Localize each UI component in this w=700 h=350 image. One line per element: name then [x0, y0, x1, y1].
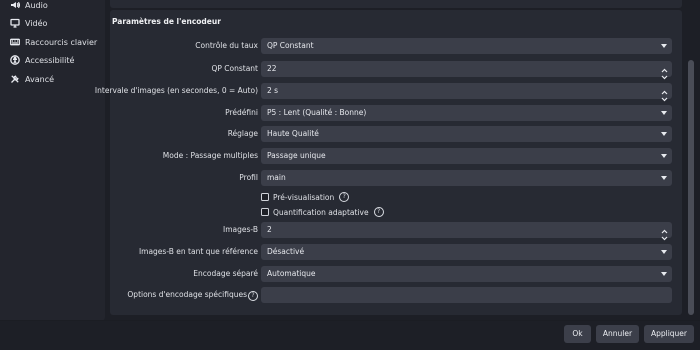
multipass-label: Mode : Passage multiples [162, 151, 258, 160]
sidebar-item-advanced[interactable]: Avancé [10, 72, 54, 86]
chevron-down-icon [661, 250, 667, 254]
bframes-ref-label: Images-B en tant que référence [138, 247, 258, 256]
scrollbar-thumb[interactable] [688, 60, 694, 315]
help-icon[interactable]: ? [339, 192, 350, 202]
spin-up-icon[interactable] [661, 85, 668, 95]
sidebar-item-audio[interactable]: Audio [10, 0, 48, 12]
accessibility-icon [10, 55, 20, 65]
profile-value: main [267, 173, 286, 182]
adaptive-quant-checkbox-row[interactable]: Quantification adaptative ? [261, 206, 384, 218]
sidebar-item-label: Vidéo [25, 18, 48, 28]
keyframe-interval-label: Intervale d'images (en secondes, 0 = Aut… [94, 86, 258, 95]
vertical-scrollbar[interactable] [687, 0, 695, 320]
chevron-down-icon [661, 44, 667, 48]
footer-divider [0, 320, 700, 321]
profile-label: Profil [239, 173, 258, 182]
sidebar-item-label: Accessibilité [25, 55, 75, 65]
settings-sidebar: Audio Vidéo Raccourcis clavier Accessibi… [0, 0, 105, 321]
previous-section-strip [110, 0, 682, 8]
panel-title: Paramètres de l'encodeur [112, 17, 221, 26]
multipass-select[interactable]: Passage unique [261, 148, 672, 164]
spin-down-icon[interactable] [661, 231, 668, 241]
preset-select[interactable]: P5 : Lent (Qualité : Bonne) [261, 105, 672, 121]
tuning-label: Réglage [227, 129, 258, 138]
bframes-ref-select[interactable]: Désactivé [261, 244, 672, 260]
apply-button[interactable]: Appliquer [644, 325, 694, 343]
cancel-button[interactable]: Annuler [596, 325, 639, 343]
bframes-ref-value: Désactivé [267, 247, 305, 256]
lookahead-checkbox-row[interactable]: Pré-visualisation ? [261, 191, 350, 203]
sidebar-item-label: Raccourcis clavier [25, 37, 98, 47]
spin-down-icon[interactable] [661, 70, 668, 80]
speaker-icon [11, 1, 20, 9]
bframes-value: 2 [267, 225, 272, 234]
keyframe-interval-spinbox[interactable]: 2 s [261, 83, 672, 102]
chevron-down-icon [661, 111, 667, 115]
sidebar-item-video[interactable]: Vidéo [10, 16, 47, 30]
spinner [660, 62, 669, 80]
chevron-down-icon [661, 176, 667, 180]
rate-control-label: Contrôle du taux [195, 41, 258, 50]
chevron-down-icon [661, 272, 667, 276]
monitor-icon [10, 18, 20, 28]
tuning-value: Haute Qualité [267, 129, 319, 138]
bframes-spinbox[interactable]: 2 [261, 222, 672, 241]
split-encode-value: Automatique [267, 269, 316, 278]
split-encode-select[interactable]: Automatique [261, 266, 672, 282]
tools-icon [11, 75, 19, 83]
adaptive-quant-label: Quantification adaptative [273, 207, 369, 217]
spin-down-icon[interactable] [661, 92, 668, 102]
qp-constant-value: 22 [267, 64, 277, 73]
rate-control-select[interactable]: QP Constant [261, 38, 672, 54]
rate-control-value: QP Constant [267, 41, 314, 50]
split-encode-label: Encodage séparé [193, 269, 258, 278]
preset-label: Prédéfini [225, 108, 258, 117]
spin-up-icon[interactable] [661, 224, 668, 234]
sidebar-item-label: Avancé [25, 74, 55, 84]
chevron-down-icon [661, 154, 667, 158]
spinner [660, 223, 669, 241]
custom-options-label: Options d'encodage spécifiques [127, 290, 247, 299]
keyboard-icon [10, 38, 20, 46]
bframes-label: Images-B [223, 225, 258, 234]
help-icon[interactable]: ? [248, 291, 258, 301]
keyframe-interval-value: 2 s [267, 86, 279, 95]
spin-up-icon[interactable] [661, 63, 668, 73]
sidebar-item-accessibility[interactable]: Accessibilité [10, 53, 74, 67]
adaptive-quant-checkbox[interactable] [261, 208, 269, 216]
lookahead-label: Pré-visualisation [273, 192, 335, 202]
profile-select[interactable]: main [261, 170, 672, 186]
chevron-down-icon [661, 132, 667, 136]
ok-button[interactable]: Ok [564, 325, 591, 343]
tuning-select[interactable]: Haute Qualité [261, 126, 672, 142]
help-icon[interactable]: ? [373, 207, 384, 217]
sidebar-item-hotkeys[interactable]: Raccourcis clavier [10, 35, 97, 49]
custom-options-label-row: Options d'encodage spécifiques? [127, 287, 258, 303]
sidebar-item-label: Audio [25, 0, 48, 10]
lookahead-checkbox[interactable] [261, 193, 269, 201]
multipass-value: Passage unique [267, 151, 326, 160]
qp-constant-label: QP Constant [211, 64, 258, 73]
spinner [660, 84, 669, 102]
qp-constant-spinbox[interactable]: 22 [261, 61, 672, 80]
preset-value: P5 : Lent (Qualité : Bonne) [267, 108, 367, 117]
custom-options-input[interactable] [261, 287, 672, 303]
